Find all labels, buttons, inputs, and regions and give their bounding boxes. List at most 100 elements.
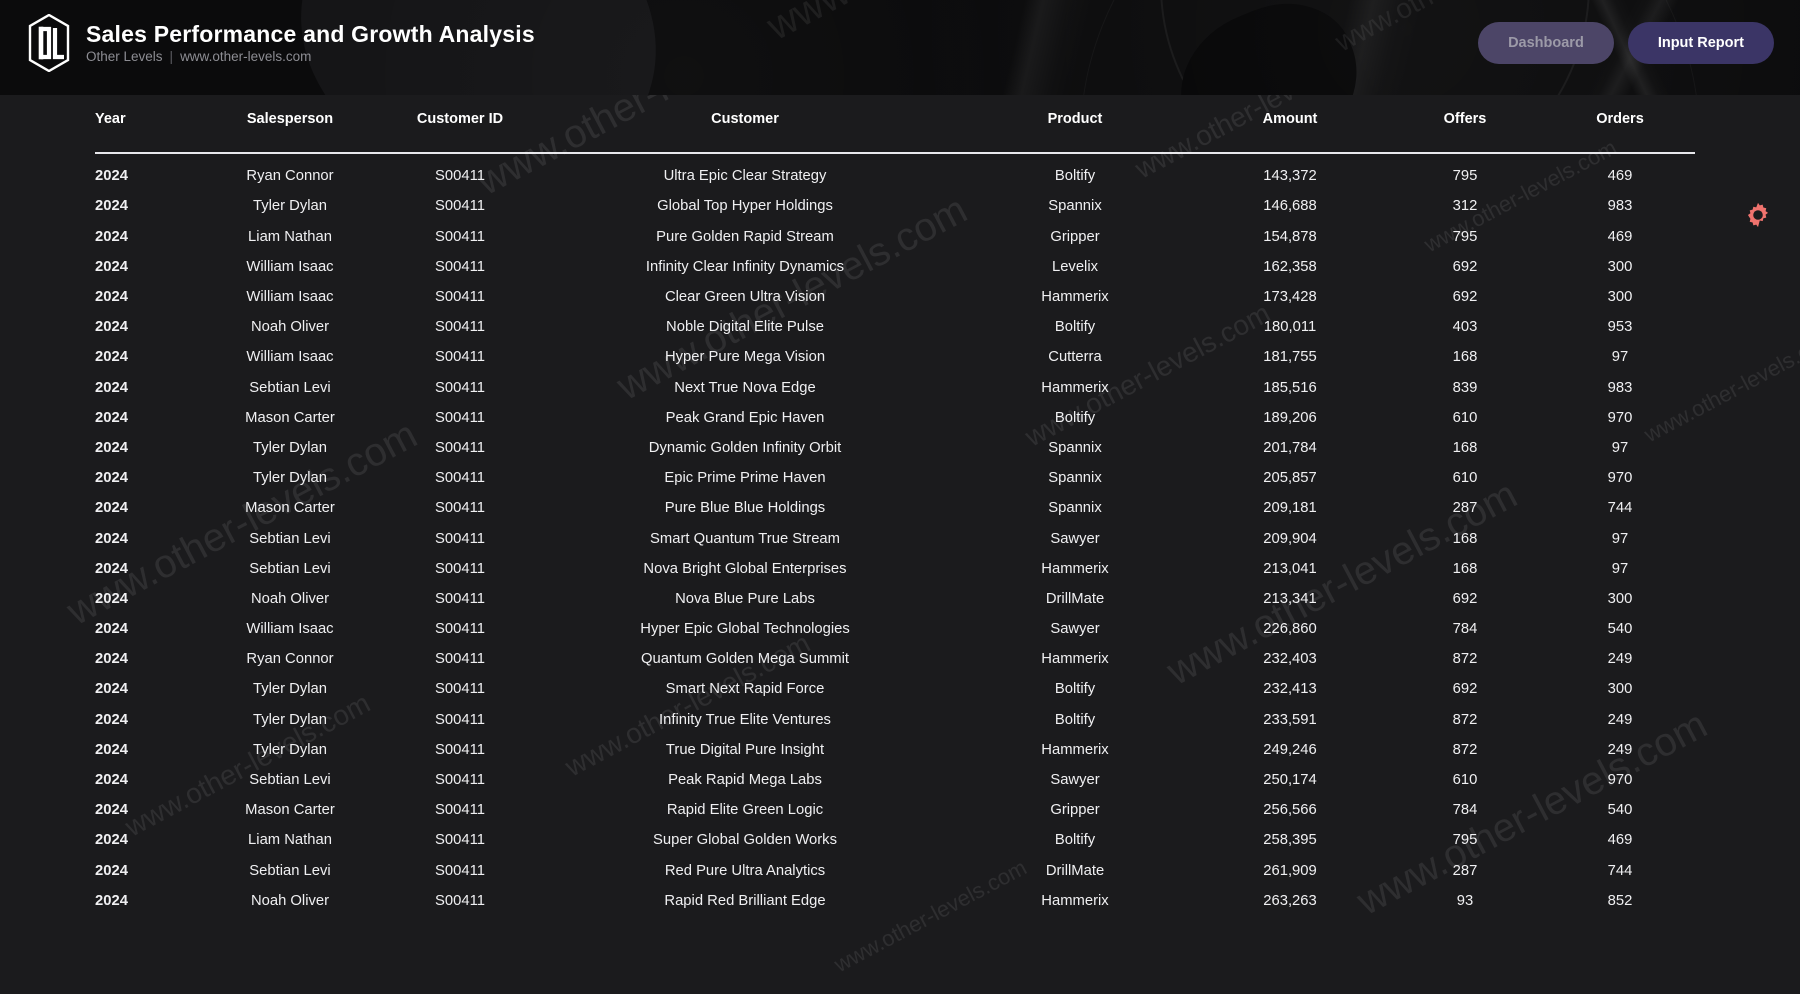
cell-offers: 168	[1452, 560, 1478, 577]
cell-amount: 205,857	[1263, 470, 1317, 487]
cell-year: 2024	[95, 711, 128, 728]
input-report-button[interactable]: Input Report	[1627, 22, 1774, 64]
table-row[interactable]: 2024 Ryan Connor S00411 Ultra Epic Clear St…	[95, 161, 1695, 191]
cell-product: Sawyer	[1050, 772, 1100, 789]
cell-year: 2024	[95, 772, 128, 789]
cell-customer-id: S00411	[435, 711, 485, 728]
cell-product: Hammerix	[1041, 651, 1109, 668]
cell-customer: Infinity True Elite Ventures	[659, 711, 831, 728]
cell-customer: Clear Green Ultra Vision	[664, 289, 826, 306]
table-row[interactable]: 2024 Sebtian Levi S00411 Next True Nova Edg…	[95, 373, 1695, 403]
cell-customer: Global Top Hyper Holdings	[657, 198, 833, 215]
table-row[interactable]: 2024 Tyler Dylan S00411 Infinity True Elite…	[95, 705, 1695, 735]
cell-salesperson: Tyler Dylan	[252, 198, 327, 215]
cell-salesperson: Mason Carter	[245, 409, 335, 426]
column-header-customer[interactable]: Customer	[535, 95, 955, 145]
cell-orders: 953	[1607, 319, 1633, 336]
cell-orders: 852	[1607, 892, 1633, 909]
cell-year: 2024	[95, 168, 128, 185]
cell-orders: 300	[1607, 590, 1633, 607]
org-name: Other Levels	[86, 49, 163, 65]
table-row[interactable]: 2024 Sebtian Levi S00411 Red Pure Ultra Ana…	[95, 856, 1695, 886]
table-row[interactable]: 2024 Tyler Dylan S00411 True Digital Pure I…	[95, 735, 1695, 765]
cell-orders: 970	[1607, 470, 1633, 487]
gear-icon[interactable]	[1744, 201, 1772, 229]
cell-offers: 610	[1452, 470, 1478, 487]
cell-salesperson: Tyler Dylan	[252, 741, 327, 758]
cell-amount: 263,263	[1263, 892, 1317, 909]
cell-customer-id: S00411	[435, 228, 485, 245]
cell-orders: 469	[1607, 168, 1633, 185]
table-row[interactable]: 2024 William Isaac S00411 Hyper Epic Global…	[95, 614, 1695, 644]
table-row[interactable]: 2024 Liam Nathan S00411 Pure Golden Rapid S…	[95, 222, 1695, 252]
cell-salesperson: William Isaac	[246, 621, 334, 638]
cell-offers: 784	[1452, 802, 1478, 819]
cell-customer-id: S00411	[435, 802, 485, 819]
cell-orders: 249	[1607, 711, 1633, 728]
cell-year: 2024	[95, 560, 128, 577]
cell-amount: 213,341	[1263, 590, 1317, 607]
cell-product: Hammerix	[1041, 741, 1109, 758]
cell-offers: 692	[1452, 258, 1478, 275]
table-row[interactable]: 2024 Mason Carter S00411 Rapid Elite Green …	[95, 795, 1695, 825]
website-url: www.other-levels.com	[180, 49, 312, 65]
cell-customer: Hyper Pure Mega Vision	[664, 349, 826, 366]
cell-customer-id: S00411	[435, 741, 485, 758]
cell-offers: 872	[1452, 741, 1478, 758]
cell-amount: 173,428	[1263, 289, 1317, 306]
cell-amount: 180,011	[1263, 319, 1317, 336]
cell-amount: 201,784	[1263, 439, 1317, 456]
table-row[interactable]: 2024 Mason Carter S00411 Peak Grand Epic Ha…	[95, 403, 1695, 433]
cell-customer: Smart Quantum True Stream	[650, 530, 840, 547]
column-header-year[interactable]: Year	[95, 95, 195, 145]
table-row[interactable]: 2024 Tyler Dylan S00411 Smart Next Rapid Fo…	[95, 674, 1695, 704]
table-row[interactable]: 2024 William Isaac S00411 Hyper Pure Mega V…	[95, 342, 1695, 372]
cell-customer-id: S00411	[435, 772, 485, 789]
table-row[interactable]: 2024 Noah Oliver S00411 Nova Blue Pure Labs…	[95, 584, 1695, 614]
cell-salesperson: Sebtian Levi	[249, 772, 331, 789]
column-header-offers[interactable]: Offers	[1385, 95, 1545, 145]
column-header-product[interactable]: Product	[955, 95, 1195, 145]
cell-offers: 795	[1452, 832, 1478, 849]
table-row[interactable]: 2024 Tyler Dylan S00411 Epic Prime Prime Ha…	[95, 463, 1695, 493]
cell-amount: 189,206	[1263, 409, 1317, 426]
cell-amount: 146,688	[1263, 198, 1317, 215]
table-header-rule	[95, 145, 1695, 161]
column-header-amount[interactable]: Amount	[1195, 95, 1385, 145]
cell-amount: 232,413	[1263, 681, 1317, 698]
cell-year: 2024	[95, 228, 128, 245]
table-row[interactable]: 2024 Tyler Dylan S00411 Dynamic Golden Infi…	[95, 433, 1695, 463]
cell-customer: Ultra Epic Clear Strategy	[663, 168, 827, 185]
cell-customer: Infinity Clear Infinity Dynamics	[645, 258, 845, 275]
brand-subtitle: Other Levels | www.other-levels.com	[86, 49, 535, 65]
cell-orders: 97	[1611, 560, 1629, 577]
table-row[interactable]: 2024 Noah Oliver S00411 Rapid Red Brilliant…	[95, 886, 1695, 916]
header-actions: Dashboard Input Report	[1478, 22, 1774, 64]
table-row[interactable]: 2024 Tyler Dylan S00411 Global Top Hyper Ho…	[95, 191, 1695, 221]
cell-customer-id: S00411	[435, 349, 485, 366]
cell-customer: Rapid Elite Green Logic	[666, 802, 824, 819]
cell-year: 2024	[95, 409, 128, 426]
table-row[interactable]: 2024 Noah Oliver S00411 Noble Digital Elite…	[95, 312, 1695, 342]
column-header-salesperson[interactable]: Salesperson	[195, 95, 385, 145]
cell-year: 2024	[95, 289, 128, 306]
table-row[interactable]: 2024 Mason Carter S00411 Pure Blue Blue Hol…	[95, 493, 1695, 523]
table-row[interactable]: 2024 Liam Nathan S00411 Super Global Golden…	[95, 825, 1695, 855]
dashboard-button[interactable]: Dashboard	[1478, 22, 1614, 64]
table-row[interactable]: 2024 William Isaac S00411 Infinity Clear In…	[95, 252, 1695, 282]
table-row[interactable]: 2024 William Isaac S00411 Clear Green Ultra…	[95, 282, 1695, 312]
cell-offers: 795	[1452, 168, 1478, 185]
cell-amount: 256,566	[1263, 802, 1317, 819]
table-row[interactable]: 2024 Ryan Connor S00411 Quantum Golden Mega…	[95, 644, 1695, 674]
table-header: Year Salesperson Customer ID Customer Pr…	[95, 95, 1695, 161]
column-header-orders[interactable]: Orders	[1545, 95, 1695, 145]
cell-offers: 872	[1452, 651, 1478, 668]
table-row[interactable]: 2024 Sebtian Levi S00411 Smart Quantum True…	[95, 523, 1695, 553]
table-row[interactable]: 2024 Sebtian Levi S00411 Nova Bright Global…	[95, 554, 1695, 584]
cell-offers: 168	[1452, 349, 1478, 366]
column-header-customer-id[interactable]: Customer ID	[385, 95, 535, 145]
table-row[interactable]: 2024 Sebtian Levi S00411 Peak Rapid Mega La…	[95, 765, 1695, 795]
cell-year: 2024	[95, 500, 128, 517]
cell-year: 2024	[95, 198, 128, 215]
cell-product: Boltify	[1054, 319, 1096, 336]
